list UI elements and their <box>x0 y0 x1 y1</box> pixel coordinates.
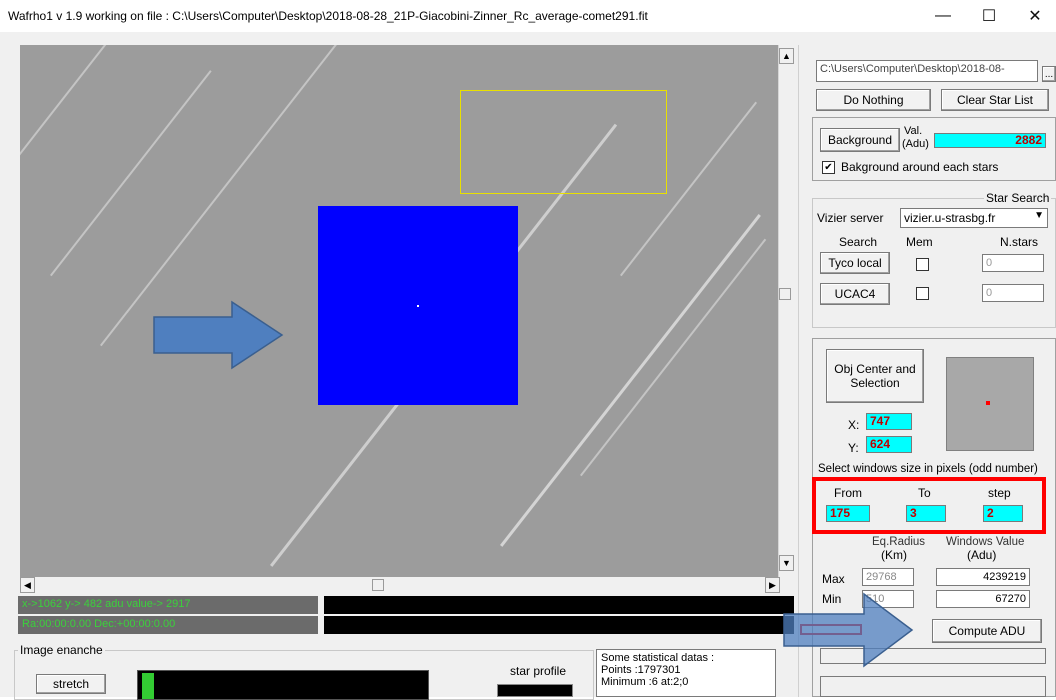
output-field <box>820 676 1046 697</box>
preview-center-marker <box>986 401 990 405</box>
window-title: Wafrho1 v 1.9 working on file : C:\Users… <box>8 9 648 23</box>
background-checkbox-label: Bakground around each stars <box>841 160 999 174</box>
minimize-button[interactable]: — <box>920 0 966 32</box>
scroll-right-button[interactable]: ▶ <box>765 577 780 593</box>
stretch-button[interactable]: stretch <box>36 674 106 694</box>
file-path-field[interactable]: C:\Users\Computer\Desktop\2018-08- <box>816 60 1038 82</box>
adu-label: (Adu) <box>902 138 929 150</box>
chevron-down-icon: ▼ <box>1034 210 1044 221</box>
do-nothing-button[interactable]: Do Nothing <box>816 89 931 111</box>
image-horizontal-scrollbar[interactable]: ◀ ▶ <box>20 577 782 593</box>
windows-value-label: Windows Value <box>946 536 1025 548</box>
cursor-readout: x->1062 y-> 482 adu value-> 2917 <box>18 596 318 614</box>
max-radius-field: 29768 <box>862 568 914 586</box>
scroll-left-button[interactable]: ◀ <box>20 577 35 593</box>
mem-header: Mem <box>906 235 933 249</box>
step-value[interactable]: 2 <box>983 505 1023 522</box>
star-profile-label: star profile <box>510 664 567 678</box>
step-label: step <box>988 486 1011 500</box>
vizier-server-label: Vizier server <box>817 211 884 225</box>
stats-title: Some statistical datas : <box>601 652 715 664</box>
star-search-title: Star Search <box>984 191 1052 205</box>
background-region-box <box>460 90 667 194</box>
center-dot <box>417 305 419 307</box>
maximize-button[interactable]: ☐ <box>966 0 1012 32</box>
ucac4-mem-checkbox[interactable] <box>916 287 929 300</box>
ucac4-button[interactable]: UCAC4 <box>820 283 890 305</box>
x-label: X: <box>848 418 860 432</box>
pointer-arrow-icon <box>153 300 284 370</box>
radec-readout: Ra:00:00:0.00 Dec:+00:00:0.00 <box>18 616 318 634</box>
image-vertical-scrollbar[interactable]: ▲ ▼ <box>778 45 795 577</box>
max-label: Max <box>822 572 845 586</box>
compute-adu-button[interactable]: Compute ADU <box>932 619 1042 643</box>
from-value[interactable]: 175 <box>826 505 870 522</box>
info-bar-top <box>324 596 794 614</box>
scroll-thumb[interactable] <box>779 288 791 300</box>
ucac4-count-field: 0 <box>982 284 1044 302</box>
y-value[interactable]: 624 <box>866 436 912 453</box>
window-size-label: Select windows size in pixels (odd numbe… <box>818 463 1038 475</box>
scroll-up-button[interactable]: ▲ <box>779 48 794 64</box>
from-label: From <box>834 486 862 500</box>
object-selection-box <box>318 206 518 405</box>
info-bar-bottom <box>324 616 794 634</box>
histogram-display <box>137 670 429 700</box>
nstars-header: N.stars <box>1000 235 1039 249</box>
background-value: 2882 <box>934 133 1046 148</box>
to-value[interactable]: 3 <box>906 505 946 522</box>
search-header: Search <box>839 235 878 249</box>
obj-center-selection-button[interactable]: Obj Center and Selection <box>826 349 924 403</box>
stats-points: Points :1797301 <box>601 664 681 676</box>
vizier-server-select[interactable]: vizier.u-strasbg.fr ▼ <box>900 208 1048 228</box>
eq-radius-label: Eq.Radius <box>872 536 926 548</box>
tyco-count-field: 0 <box>982 254 1044 272</box>
browse-button[interactable]: ... <box>1042 66 1056 82</box>
star-profile-graph <box>497 684 573 697</box>
pointer-arrow-icon <box>783 592 914 668</box>
star-trail <box>20 45 135 167</box>
to-label: To <box>918 486 931 500</box>
x-value[interactable]: 747 <box>866 413 912 430</box>
y-label: Y: <box>848 441 859 455</box>
star-trail <box>50 70 212 277</box>
adu-unit-label: (Adu) <box>967 548 997 562</box>
tyco-local-button[interactable]: Tyco local <box>820 252 890 274</box>
object-preview <box>946 357 1034 451</box>
close-button[interactable]: ✕ <box>1012 0 1056 32</box>
max-adu-field: 4239219 <box>936 568 1030 586</box>
image-canvas[interactable] <box>20 45 778 577</box>
tyco-mem-checkbox[interactable] <box>916 258 929 271</box>
image-enhance-title: Image enanche <box>18 643 105 657</box>
background-button[interactable]: Background <box>820 128 900 152</box>
vizier-server-value: vizier.u-strasbg.fr <box>904 211 996 225</box>
histogram-peak <box>142 673 154 699</box>
scroll-down-button[interactable]: ▼ <box>779 555 794 571</box>
statistics-panel: Some statistical datas : Points :1797301… <box>596 649 776 697</box>
clear-star-list-button[interactable]: Clear Star List <box>941 89 1049 111</box>
star-trail <box>580 238 767 477</box>
km-label: (Km) <box>881 548 907 562</box>
stats-minimum: Minimum :6 at:2;0 <box>601 676 689 688</box>
title-bar: Wafrho1 v 1.9 working on file : C:\Users… <box>0 0 1056 32</box>
min-adu-field: 67270 <box>936 590 1030 608</box>
hscroll-thumb[interactable] <box>372 579 384 591</box>
val-label: Val. <box>904 125 923 137</box>
background-checkbox[interactable]: ✔ <box>822 161 835 174</box>
